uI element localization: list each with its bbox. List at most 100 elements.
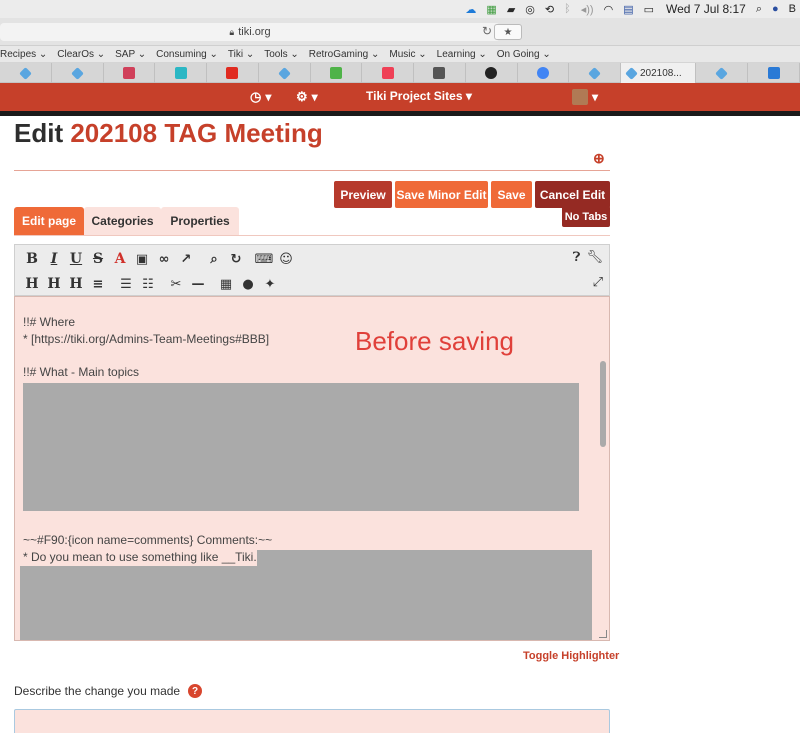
cloud-icon[interactable]: ☁	[465, 2, 476, 16]
browser-tab[interactable]	[414, 63, 466, 83]
bookmark-folder-tools[interactable]: Tools ⌄	[264, 49, 299, 60]
browser-tab-active[interactable]: 202108...	[621, 63, 697, 83]
editor-toolbar: B I U S A ▣ ∞ ↗ ⌕ ↻ ⌨ ☺ ❓︎ 🔧︎ H H H ≡ ☰ …	[14, 244, 610, 296]
image-icon[interactable]: ▣	[131, 252, 153, 267]
browser-tab[interactable]	[207, 63, 259, 83]
tab-categories[interactable]: Categories	[84, 207, 161, 235]
clock[interactable]: Wed 7 Jul 8:17	[666, 2, 746, 16]
browser-tab[interactable]	[466, 63, 518, 83]
help-icon[interactable]: ❓︎	[573, 249, 581, 265]
target-icon[interactable]: ◎	[525, 2, 535, 16]
italic-icon[interactable]: I	[43, 251, 65, 267]
browser-tab[interactable]	[259, 63, 311, 83]
title-divider	[14, 170, 610, 171]
bookmark-folder-recipes[interactable]: Recipes ⌄	[0, 49, 47, 60]
cut-icon[interactable]: ✂	[165, 277, 187, 292]
horizontal-rule-icon[interactable]: —	[187, 277, 209, 292]
tab-properties[interactable]: Properties	[161, 207, 239, 235]
user-initial[interactable]: B	[789, 2, 796, 16]
settings-menu[interactable]: ⚙ ▾	[296, 89, 318, 105]
strikethrough-icon[interactable]: S	[87, 251, 109, 267]
editor-scrollbar[interactable]	[600, 361, 606, 447]
wiki-editor-textarea[interactable]: !!# Where * [https://tiki.org/Admins-Tea…	[14, 296, 610, 641]
link-icon[interactable]: ∞	[153, 252, 175, 267]
describe-change-label: Describe the change you made ?	[14, 684, 203, 698]
tab-edit-page[interactable]: Edit page	[14, 207, 84, 235]
bookmark-star-button[interactable]: ★	[494, 24, 522, 40]
smiley-icon[interactable]: ☺	[275, 252, 297, 267]
bookmark-folder-clearos[interactable]: ClearOs ⌄	[57, 49, 105, 60]
bookmark-folder-music[interactable]: Music ⌄	[389, 49, 426, 60]
history-menu[interactable]: ◷ ▾	[250, 89, 271, 105]
bars-icon[interactable]: ▦	[486, 2, 496, 16]
reload-icon[interactable]: ↻	[482, 24, 492, 38]
heading3-icon[interactable]: H	[65, 276, 87, 292]
magic-wand-icon[interactable]: ✦	[259, 277, 281, 292]
replace-icon[interactable]: ↻	[225, 252, 247, 267]
bookmark-folder-retrogaming[interactable]: RetroGaming ⌄	[309, 49, 380, 60]
bookmark-folder-learning[interactable]: Learning ⌄	[437, 49, 487, 60]
volume-icon[interactable]: ◂))	[581, 2, 594, 16]
user-menu[interactable]: ▾	[572, 89, 598, 105]
help-icon[interactable]: ?	[188, 684, 203, 698]
browser-tab[interactable]	[696, 63, 749, 83]
preview-button[interactable]: Preview	[334, 181, 392, 208]
zoom-in-icon[interactable]: ⊕	[593, 150, 609, 166]
heading2-icon[interactable]: H	[43, 276, 65, 292]
spotlight-icon[interactable]: ⌕	[756, 2, 762, 16]
user-avatar-icon[interactable]: ●	[772, 2, 779, 16]
bold-icon[interactable]: B	[21, 251, 43, 267]
cancel-edit-button[interactable]: Cancel Edit	[535, 181, 610, 208]
wifi-icon[interactable]: ◠	[604, 2, 614, 16]
toggle-highlighter-link[interactable]: Toggle Highlighter	[523, 650, 619, 662]
browser-tab[interactable]	[569, 63, 621, 83]
browser-tab[interactable]	[518, 63, 570, 83]
no-tabs-button[interactable]: No Tabs	[562, 206, 610, 227]
browser-tab[interactable]	[155, 63, 207, 83]
tabs-divider	[14, 235, 610, 236]
external-link-icon[interactable]: ↗	[175, 252, 197, 267]
fullscreen-icon[interactable]: ⤢	[593, 274, 603, 289]
resize-handle[interactable]	[599, 630, 607, 638]
bluetooth-icon[interactable]: ᛒ	[564, 2, 571, 16]
battery-icon[interactable]: ▭	[644, 2, 654, 16]
chat-icon[interactable]: ▰	[507, 2, 515, 16]
bookmark-folder-ongoing[interactable]: On Going ⌄	[497, 49, 551, 60]
google-icon	[536, 67, 549, 79]
browser-tab[interactable]	[362, 63, 414, 83]
help-small-icon[interactable]: ●	[237, 277, 259, 292]
toolbar-row-1: B I U S A ▣ ∞ ↗ ⌕ ↻ ⌨ ☺ ❓︎ 🔧︎	[15, 247, 609, 271]
bullet-list-icon[interactable]: ☰	[115, 277, 137, 292]
browser-tab[interactable]	[748, 63, 800, 83]
clock-icon: ◷	[250, 89, 262, 104]
save-button[interactable]: Save	[491, 181, 532, 208]
time-machine-icon[interactable]: ⟲	[545, 2, 554, 16]
browser-tab[interactable]	[311, 63, 363, 83]
tab-label: 202108...	[640, 67, 682, 79]
project-sites-menu[interactable]: Tiki Project Sites ▾	[366, 89, 472, 103]
heading1-icon[interactable]: H	[21, 276, 43, 292]
numbered-list-icon[interactable]: ☷	[137, 277, 159, 292]
pocket-icon	[381, 67, 394, 79]
flag-us-icon[interactable]: ▤	[623, 2, 633, 16]
wrench-icon[interactable]: 🔧︎	[586, 249, 603, 265]
page-title: Edit 202108 TAG Meeting	[14, 118, 323, 149]
flag-icon	[767, 67, 780, 79]
save-minor-edit-button[interactable]: Save Minor Edit	[395, 181, 488, 208]
address-bar[interactable]: 🔒︎ tiki.org ↻	[0, 23, 500, 41]
edit-comment-input[interactable]	[14, 709, 610, 733]
monitor-icon	[433, 67, 446, 79]
table-icon[interactable]: ▦	[215, 277, 237, 292]
text-color-icon[interactable]: A	[109, 251, 131, 267]
browser-tab-strip: 202108...	[0, 63, 800, 83]
bookmark-folder-tiki[interactable]: Tiki ⌄	[228, 49, 254, 60]
find-icon[interactable]: ⌕	[203, 252, 225, 267]
browser-tab[interactable]	[104, 63, 156, 83]
align-center-icon[interactable]: ≡	[87, 277, 109, 292]
underline-icon[interactable]: U	[65, 251, 87, 267]
bookmark-folder-sap[interactable]: SAP ⌄	[115, 49, 146, 60]
browser-tab[interactable]	[0, 63, 52, 83]
browser-tab[interactable]	[52, 63, 104, 83]
bookmark-folder-consuming[interactable]: Consuming ⌄	[156, 49, 218, 60]
keyboard-icon[interactable]: ⌨	[253, 252, 275, 267]
